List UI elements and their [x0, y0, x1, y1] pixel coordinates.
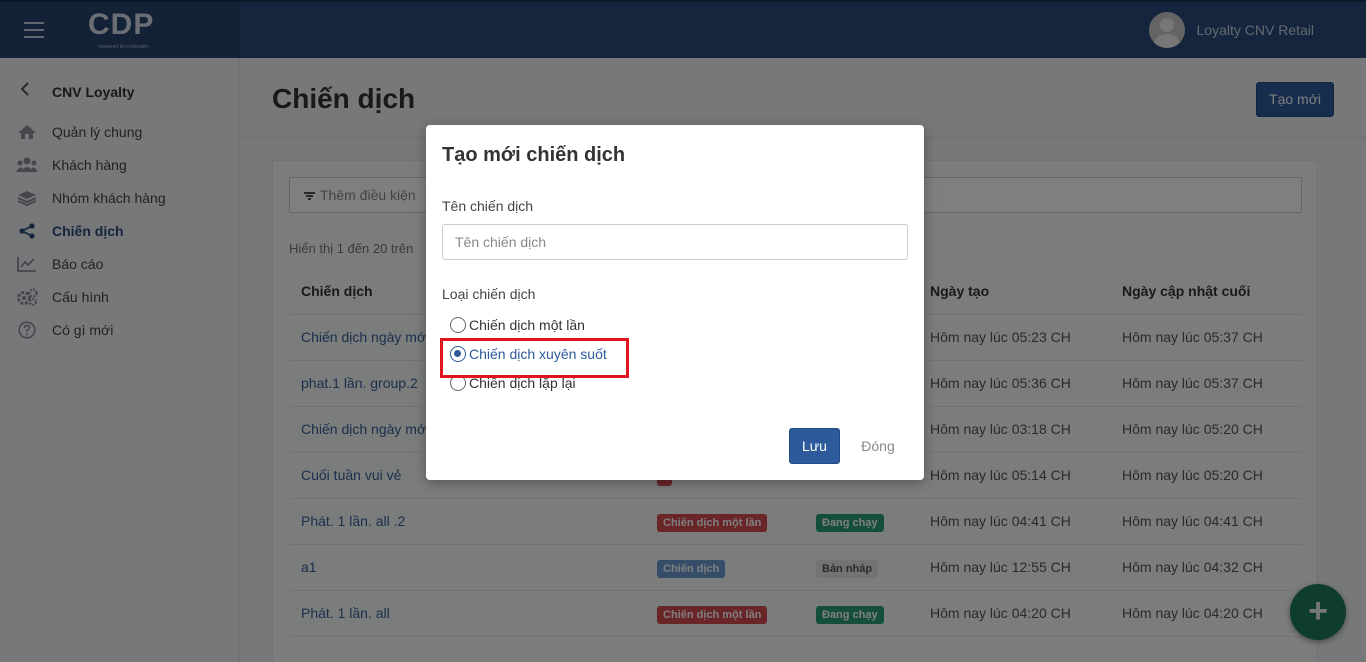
- campaign-name-label: Tên chiến dịch: [442, 198, 534, 214]
- campaign-name-input[interactable]: [442, 224, 908, 260]
- create-campaign-modal: Tạo mới chiến dịch Tên chiến dịch Loại c…: [426, 125, 924, 480]
- modal-title: Tạo mới chiến dịch: [442, 144, 626, 166]
- highlight-box: [440, 338, 629, 378]
- radio-label: Chiến dịch một lần: [469, 317, 585, 333]
- save-button[interactable]: Lưu: [789, 428, 840, 464]
- radio-option-one-time[interactable]: Chiến dịch một lần: [450, 317, 585, 333]
- campaign-type-label: Loại chiến dịch: [442, 286, 536, 302]
- close-button[interactable]: Đóng: [855, 428, 901, 464]
- radio-button[interactable]: [450, 317, 466, 333]
